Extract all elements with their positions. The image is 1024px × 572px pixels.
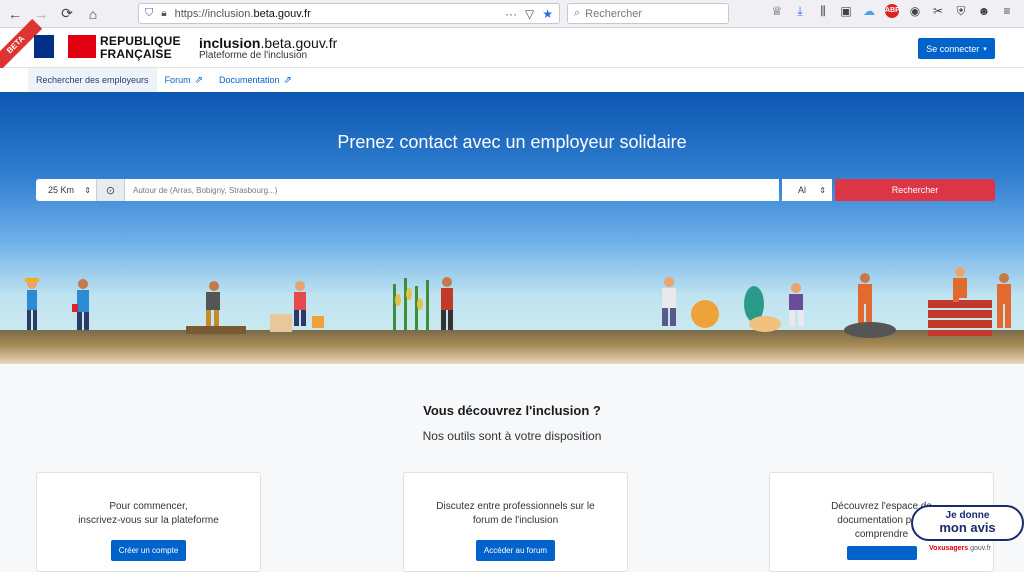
gardener-figure: [789, 283, 804, 326]
tab-search-employers[interactable]: Rechercher des employeurs: [28, 68, 157, 92]
login-label: Se connecter: [926, 43, 980, 54]
tab-forum[interactable]: Forum ⇗: [157, 68, 211, 92]
library-icon[interactable]: ⫼: [816, 4, 830, 19]
sidebar-icon[interactable]: ▣: [839, 4, 853, 19]
location-pin-icon: ⊙: [97, 179, 125, 201]
url-domain: beta.gouv.fr: [253, 7, 311, 20]
search-form: 25 Km ⇕ ⊙ Autour de (Arras, Bobigny, Str…: [36, 179, 995, 201]
search-placeholder: Rechercher: [585, 7, 643, 20]
updown-icon: ⇕: [819, 185, 826, 195]
marianne-flag-logo[interactable]: [34, 35, 96, 58]
main-tabs: Rechercher des employeurs Forum ⇗ Documen…: [0, 68, 1024, 92]
site-name-rest: .beta.gouv.fr: [260, 35, 338, 51]
farmer-figure: [441, 277, 453, 330]
reader-icon[interactable]: ♕: [770, 4, 784, 19]
vox-line2: mon avis: [939, 520, 996, 535]
card-line: forum de l'inclusion: [472, 515, 559, 526]
corn-plants: [393, 278, 429, 330]
tracking-shield-icon[interactable]: ⛉: [145, 7, 153, 20]
site-title[interactable]: inclusion.beta.gouv.fr: [199, 35, 337, 51]
url-text: https://inclusion.beta.gouv.fr: [175, 8, 311, 20]
lock-icon[interactable]: 🔒︎: [161, 8, 166, 19]
republique-francaise-logo-text[interactable]: REPUBLIQUE FRANÇAISE: [100, 35, 181, 61]
card-line: Pour commencer,: [109, 501, 188, 512]
screenshot-icon[interactable]: ✂: [931, 4, 945, 19]
browser-toolbar: ← → ⟳ ⌂ ⛉ 🔒︎ https://inclusion.beta.gouv…: [0, 0, 1024, 28]
department-value: Al: [798, 185, 807, 195]
address-bar[interactable]: ⛉ 🔒︎ https://inclusion.beta.gouv.fr ··· …: [138, 3, 560, 24]
back-icon[interactable]: ←: [4, 3, 26, 25]
search-button[interactable]: Rechercher: [835, 179, 995, 201]
electrician-figure: [72, 279, 89, 330]
browser-search-input[interactable]: ⌕ Rechercher: [567, 3, 729, 24]
extension-icon[interactable]: ◉: [908, 4, 922, 19]
card-forum: Discutez entre professionnels sur le for…: [403, 472, 628, 572]
brick-wall: [928, 300, 992, 336]
vox-bubble: Je donne mon avis: [911, 505, 1024, 541]
vox-domain: .gouv.fr: [968, 545, 991, 552]
tab-documentation[interactable]: Documentation ⇗: [211, 68, 300, 92]
city-placeholder: Autour de (Arras, Bobigny, Strasbourg...…: [133, 185, 278, 195]
vox-brand: Voxusagers: [929, 545, 969, 552]
card-text: Discutez entre professionnels sur le for…: [404, 500, 627, 528]
hero-banner: Prenez contact avec un employeur solidai…: [0, 92, 1024, 364]
url-prefix: https://inclusion.: [174, 7, 254, 20]
pocket-icon[interactable]: ▽: [525, 7, 534, 21]
page-actions-icon[interactable]: ···: [505, 7, 517, 21]
card-line: Discutez entre professionnels sur le: [436, 501, 595, 512]
vox-footer: Voxusagers.gouv.fr: [929, 545, 991, 552]
workers-illustration: [25, 267, 1011, 338]
tab-label: Forum: [164, 75, 191, 85]
cloud-icon[interactable]: ☁: [862, 4, 876, 19]
radius-value: 25 Km: [48, 185, 75, 195]
hero-title: Prenez contact avec un employeur solidai…: [337, 132, 687, 152]
tab-label: Rechercher des employeurs: [36, 75, 149, 85]
menu-icon[interactable]: ≡: [1000, 4, 1014, 19]
site-subtitle: Plateforme de l'inclusion: [199, 50, 308, 61]
gardener-figure: [294, 281, 324, 328]
site-name-bold: inclusion: [199, 35, 261, 51]
builder-figure: [858, 273, 872, 324]
external-link-icon: ⇗: [283, 74, 292, 86]
gardener-figure: [206, 281, 220, 328]
reload-icon[interactable]: ⟳: [56, 3, 78, 25]
city-input[interactable]: Autour de (Arras, Bobigny, Strasbourg...…: [125, 179, 779, 201]
tab-label: Documentation: [218, 75, 280, 85]
electrician-figure: [25, 278, 39, 330]
account-icon[interactable]: ☻: [977, 4, 991, 19]
builder-figure: [953, 267, 967, 302]
shield-extension-icon[interactable]: ⛨: [954, 4, 968, 19]
bookmark-star-icon[interactable]: ★: [542, 7, 553, 21]
download-icon[interactable]: ⤓: [793, 4, 807, 19]
gardener-figure: [662, 277, 676, 326]
vox-usagers-widget[interactable]: Je donne mon avis Voxusagers.gouv.fr: [911, 505, 1024, 558]
rf-line2: FRANÇAISE: [100, 47, 172, 61]
card-text: Pour commencer, inscrivez-vous sur la pl…: [37, 500, 260, 528]
card-signup: Pour commencer, inscrivez-vous sur la pl…: [36, 472, 261, 572]
magnifier-icon: ⌕: [574, 7, 581, 19]
discover-subtitle: Nos outils sont à votre disposition: [422, 429, 602, 443]
login-button[interactable]: Se connecter ▾: [918, 38, 995, 59]
caret-down-icon: ▾: [983, 45, 987, 53]
site-header: BETA REPUBLIQUE FRANÇAISE inclusion.beta…: [0, 18, 1024, 72]
discover-title: Vous découvrez l'inclusion ?: [423, 403, 601, 418]
builder-figure: [997, 273, 1011, 328]
department-select[interactable]: Al ⇕: [782, 179, 832, 201]
adblock-icon[interactable]: ABP: [885, 4, 900, 18]
home-icon[interactable]: ⌂: [82, 3, 104, 25]
external-link-icon: ⇗: [194, 74, 203, 86]
card-line: inscrivez-vous sur la plateforme: [78, 515, 219, 526]
updown-icon: ⇕: [84, 185, 91, 195]
radius-select[interactable]: 25 Km ⇕: [36, 179, 97, 201]
